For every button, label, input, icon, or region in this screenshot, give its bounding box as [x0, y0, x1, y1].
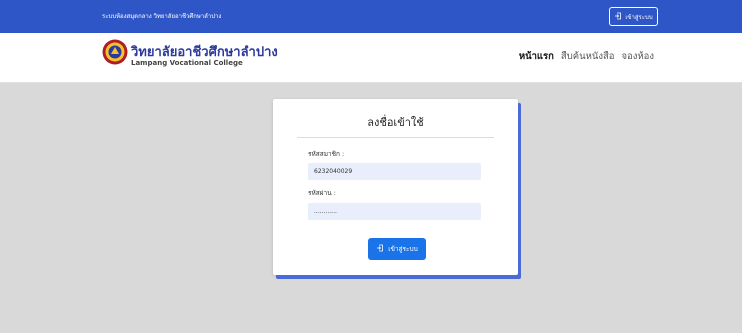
- login-title: ลงชื่อเข้าใช้: [367, 116, 424, 129]
- login-submit-button[interactable]: เข้าสู่ระบบ: [368, 238, 426, 260]
- brand-name-english: Lampang Vocational College: [131, 59, 243, 67]
- login-submit-label: เข้าสู่ระบบ: [388, 245, 418, 253]
- password-input[interactable]: [308, 203, 481, 220]
- main-nav: หน้าแรก สืบค้นหนังสือ จองห้อง: [519, 49, 654, 64]
- member-id-input[interactable]: [308, 163, 481, 180]
- member-id-label: รหัสสมาชิก :: [308, 150, 345, 158]
- topbar-login-label: เข้าสู่ระบบ: [625, 13, 653, 21]
- system-title: ระบบห้องสมุดกลาง วิทยาลัยอาชีวศึกษาลำปาง: [102, 13, 222, 20]
- nav-room-booking[interactable]: จองห้อง: [621, 49, 654, 64]
- title-divider: [297, 137, 494, 138]
- nav-book-search[interactable]: สืบค้นหนังสือ: [561, 49, 615, 64]
- site-header: วิทยาลัยอาชีวศึกษาลำปาง Lampang Vocation…: [0, 33, 742, 83]
- nav-home[interactable]: หน้าแรก: [519, 49, 554, 64]
- login-icon: [376, 244, 384, 254]
- college-logo[interactable]: [102, 39, 128, 65]
- login-icon: [614, 12, 622, 22]
- password-label: รหัสผ่าน :: [308, 189, 336, 197]
- topbar-login-button[interactable]: เข้าสู่ระบบ: [609, 7, 658, 26]
- top-bar: ระบบห้องสมุดกลาง วิทยาลัยอาชีวศึกษาลำปาง…: [0, 0, 742, 33]
